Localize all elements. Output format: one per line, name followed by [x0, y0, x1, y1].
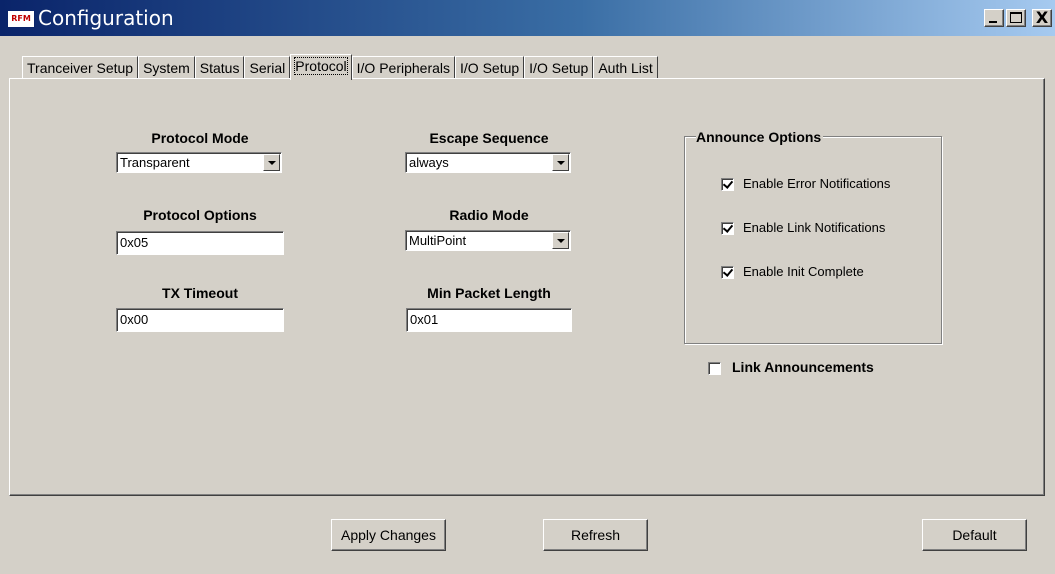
tab-io-setup-2[interactable]: I/O Setup	[524, 56, 594, 79]
chevron-down-icon[interactable]	[552, 232, 569, 249]
link-announcements-checkbox[interactable]	[708, 362, 721, 375]
escape-sequence-select[interactable]: always	[405, 152, 571, 173]
announce-options-group	[684, 136, 942, 344]
tab-label: Tranceiver Setup	[27, 60, 134, 76]
window-title: Configuration	[38, 6, 174, 30]
escape-sequence-value: always	[409, 155, 449, 170]
tab-label: System	[143, 60, 190, 76]
tab-strip: Tranceiver Setup System Status Serial Pr…	[22, 54, 658, 80]
tab-label: Protocol	[294, 57, 348, 75]
escape-sequence-label: Escape Sequence	[429, 130, 549, 146]
apply-changes-button[interactable]: Apply Changes	[331, 519, 446, 551]
tab-io-setup-1[interactable]: I/O Setup	[455, 56, 525, 79]
chevron-down-icon[interactable]	[263, 154, 280, 171]
enable-link-notifications-checkbox[interactable]	[721, 222, 734, 235]
protocol-options-input[interactable]: 0x05	[116, 231, 284, 255]
tab-label: Auth List	[598, 60, 653, 76]
min-packet-length-input[interactable]: 0x01	[406, 308, 572, 332]
tab-system[interactable]: System	[138, 56, 195, 79]
enable-link-notifications-label: Enable Link Notifications	[743, 220, 886, 235]
radio-mode-label: Radio Mode	[449, 207, 529, 223]
app-icon: RFM	[7, 10, 35, 28]
radio-mode-select[interactable]: MultiPoint	[405, 230, 571, 251]
enable-init-complete-checkbox[interactable]	[721, 266, 734, 279]
tab-label: I/O Setup	[460, 60, 520, 76]
radio-mode-value: MultiPoint	[409, 233, 467, 248]
protocol-options-label: Protocol Options	[143, 207, 257, 223]
tab-auth-list[interactable]: Auth List	[593, 56, 658, 79]
tx-timeout-label: TX Timeout	[162, 285, 238, 301]
protocol-mode-select[interactable]: Transparent	[116, 152, 282, 173]
close-button[interactable]: X	[1032, 9, 1052, 27]
maximize-button[interactable]	[1006, 9, 1026, 27]
tab-label: I/O Peripherals	[356, 60, 451, 76]
enable-error-notifications-checkbox[interactable]	[721, 178, 734, 191]
maximize-icon	[1010, 12, 1022, 23]
tab-label: Serial	[249, 60, 286, 76]
tx-timeout-input[interactable]: 0x00	[116, 308, 284, 332]
refresh-button[interactable]: Refresh	[543, 519, 648, 551]
tab-io-peripherals[interactable]: I/O Peripherals	[351, 56, 456, 79]
minimize-button[interactable]	[984, 9, 1004, 27]
tab-label: I/O Setup	[529, 60, 589, 76]
announce-options-title: Announce Options	[696, 129, 824, 145]
tab-status[interactable]: Status	[194, 56, 245, 79]
link-announcements-label: Link Announcements	[732, 359, 874, 375]
enable-error-notifications-label: Enable Error Notifications	[743, 176, 891, 191]
title-bar[interactable]: RFM Configuration X	[0, 0, 1055, 36]
protocol-mode-label: Protocol Mode	[151, 130, 249, 146]
min-packet-length-label: Min Packet Length	[427, 285, 551, 301]
tab-tranceiver-setup[interactable]: Tranceiver Setup	[22, 56, 139, 79]
tab-label: Status	[199, 60, 240, 76]
close-icon: X	[1035, 8, 1049, 27]
tab-serial[interactable]: Serial	[244, 56, 291, 79]
tab-protocol[interactable]: Protocol	[290, 54, 352, 80]
protocol-mode-value: Transparent	[120, 155, 190, 170]
chevron-down-icon[interactable]	[552, 154, 569, 171]
enable-init-complete-label: Enable Init Complete	[743, 264, 864, 279]
default-button[interactable]: Default	[922, 519, 1027, 551]
minimize-icon	[989, 21, 997, 23]
